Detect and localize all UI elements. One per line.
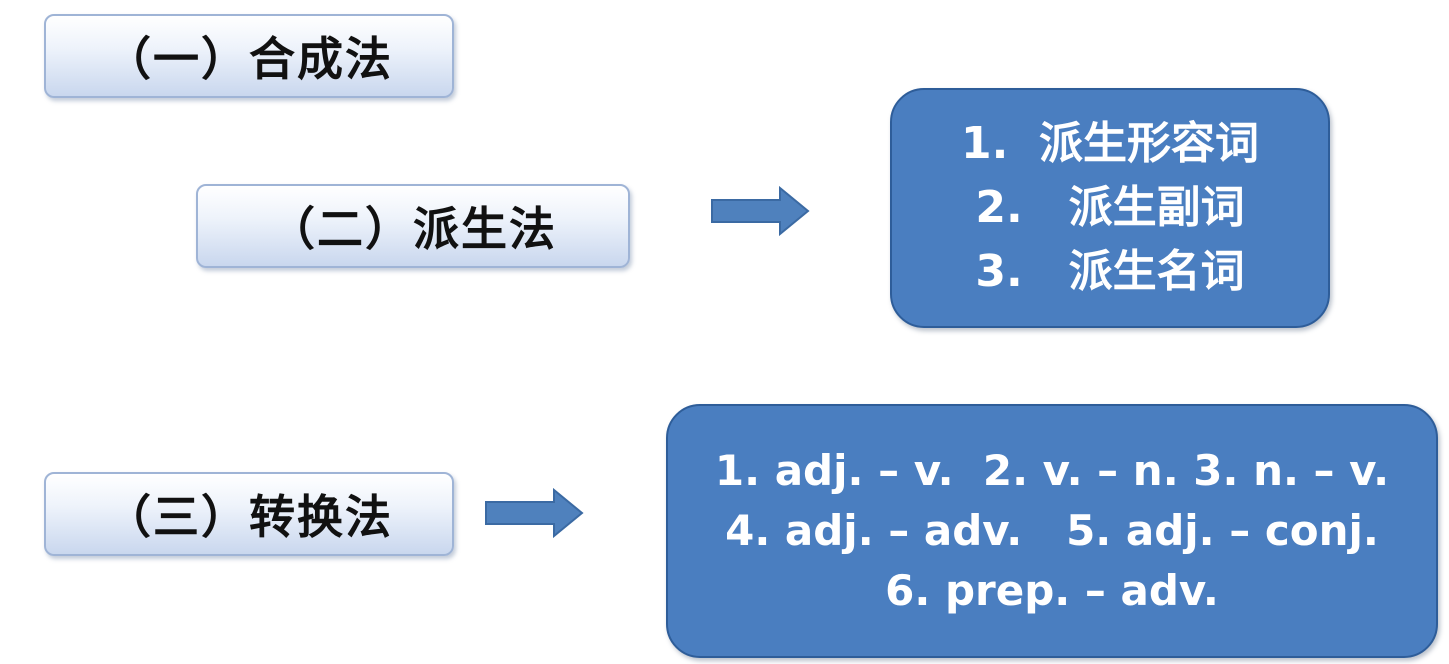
conversion-types-box: 1. adj. – v. 2. v. – n. 3. n. – v. 4. ad… bbox=[666, 404, 1438, 658]
conversion-line-3: 6. prep. – adv. bbox=[885, 566, 1219, 615]
derivation-item-adjective: 1. 派生形容词 bbox=[961, 118, 1259, 169]
derivation-types-box: 1. 派生形容词 2. 派生副词 3. 派生名词 bbox=[890, 88, 1330, 328]
conversion-line-1: 1. adj. – v. 2. v. – n. 3. n. – v. bbox=[714, 446, 1390, 495]
right-arrow-icon bbox=[485, 488, 584, 538]
derivation-item-adverb: 2. 派生副词 bbox=[975, 182, 1245, 233]
compound-method-box: （一）合成法 bbox=[44, 14, 454, 98]
derivation-item-noun: 3. 派生名词 bbox=[975, 246, 1245, 297]
derivation-method-box: （二）派生法 bbox=[196, 184, 630, 268]
conversion-line-2: 4. adj. – adv. 5. adj. – conj. bbox=[725, 506, 1379, 555]
conversion-method-label: （三）转换法 bbox=[105, 490, 393, 544]
right-arrow-icon bbox=[711, 186, 810, 236]
derivation-method-label: （二）派生法 bbox=[269, 202, 557, 256]
compound-method-label: （一）合成法 bbox=[105, 32, 393, 86]
conversion-method-box: （三）转换法 bbox=[44, 472, 454, 556]
